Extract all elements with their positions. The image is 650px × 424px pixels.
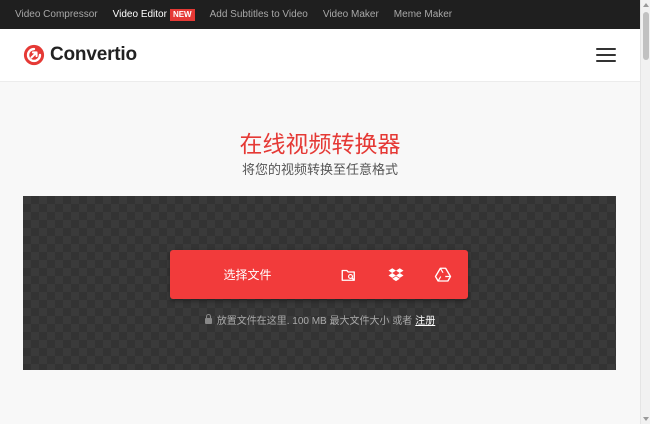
page-title: 在线视频转换器 xyxy=(239,131,401,157)
from-dropbox-button[interactable] xyxy=(372,250,419,299)
lock-icon xyxy=(204,314,212,324)
topnav-meme-maker[interactable]: Meme Maker xyxy=(394,9,452,20)
topnav-add-subtitles[interactable]: Add Subtitles to Video xyxy=(210,9,308,20)
from-computer-button[interactable] xyxy=(325,250,372,299)
new-badge: NEW xyxy=(169,8,195,21)
convertio-logo-icon xyxy=(23,44,45,66)
upload-note-text: 放置文件在这里. 100 MB 最大文件大小 或者 xyxy=(216,316,413,327)
scroll-thumb[interactable] xyxy=(643,12,649,60)
site-header: Convertio xyxy=(0,29,640,82)
dropbox-icon xyxy=(388,267,403,281)
topnav-video-compressor[interactable]: Video Compressor xyxy=(15,9,98,20)
scroll-up-icon[interactable] xyxy=(643,3,649,7)
hamburger-menu-icon[interactable] xyxy=(596,48,616,64)
signup-link[interactable]: 注册 xyxy=(415,316,435,327)
scroll-down-icon[interactable] xyxy=(643,417,649,421)
upload-bar: 选择文件 xyxy=(170,250,468,299)
topnav-video-editor[interactable]: Video Editor NEW xyxy=(112,8,195,21)
upload-note: 放置文件在这里. 100 MB 最大文件大小 或者 注册 xyxy=(0,312,640,327)
page-scrollbar[interactable] xyxy=(640,0,650,424)
folder-search-icon xyxy=(341,269,355,281)
google-drive-icon xyxy=(434,267,451,282)
brand-logo[interactable]: Convertio xyxy=(23,44,137,66)
page-subtitle: 将您的视频转换至任意格式 xyxy=(241,162,398,177)
topnav-video-editor-label: Video Editor xyxy=(112,9,167,20)
topnav-video-maker[interactable]: Video Maker xyxy=(323,9,379,20)
choose-files-button[interactable]: 选择文件 xyxy=(170,250,325,299)
from-google-drive-button[interactable] xyxy=(419,250,466,299)
brand-name: Convertio xyxy=(50,44,137,65)
top-nav: Video Compressor Video Editor NEW Add Su… xyxy=(0,0,640,29)
